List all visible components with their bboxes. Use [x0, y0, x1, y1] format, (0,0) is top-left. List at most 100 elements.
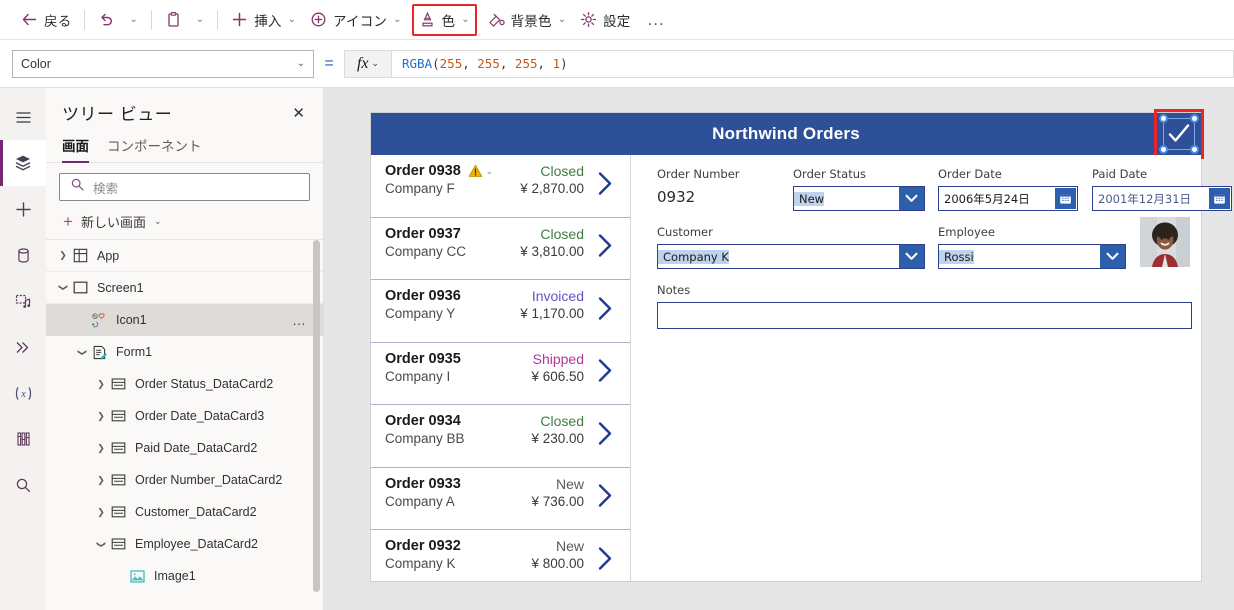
- chevron-down-icon[interactable]: [899, 245, 924, 268]
- tree-node-customer-datacard2[interactable]: ❯ Customer_DataCard2: [46, 496, 323, 528]
- chevron-right-icon[interactable]: [597, 420, 614, 451]
- resize-handle-br[interactable]: [1190, 145, 1199, 154]
- insert-button[interactable]: 挿入 ⌄: [224, 4, 303, 36]
- orders-gallery[interactable]: Order 0938 ⌄ Closed Company F ¥ 2,870.00 Orde…: [371, 155, 631, 581]
- gallery-row[interactable]: Order 0936 Invoiced Company Y ¥ 1,170.00: [371, 280, 630, 343]
- separator: [84, 9, 86, 30]
- new-screen-button[interactable]: + 新しい画面 ⌄: [46, 205, 323, 240]
- warning-triangle-icon[interactable]: ⌄: [468, 164, 494, 178]
- tree-node-order-number-datacard2[interactable]: ❯ Order Number_DataCard2: [46, 464, 323, 496]
- formula-input[interactable]: RGBA(255, 255, 255, 1): [392, 49, 1234, 78]
- back-button[interactable]: 戻る: [14, 4, 78, 36]
- chevron-right-icon[interactable]: [597, 233, 614, 264]
- paste-button[interactable]: [158, 4, 189, 36]
- tree-node-image1[interactable]: Image1: [46, 560, 323, 592]
- tree-node-list[interactable]: ❯ App ❯ Screen1 Icon1 … ❯ Form1 ❯ Order Status_Da…: [46, 240, 323, 592]
- media-icon[interactable]: [0, 278, 46, 324]
- gallery-row[interactable]: Order 0937 Closed Company CC ¥ 3,810.00: [371, 218, 630, 280]
- chevron-down-icon[interactable]: ❯: [96, 537, 107, 551]
- gallery-row[interactable]: Order 0933 New Company A ¥ 736.00: [371, 468, 630, 530]
- employee-dropdown[interactable]: Rossi: [938, 244, 1126, 269]
- datacard-icon: [108, 410, 128, 422]
- chevron-down-icon[interactable]: [899, 187, 924, 210]
- gallery-row[interactable]: Order 0935 Shipped Company I ¥ 606.50: [371, 343, 630, 405]
- chevron-right-icon[interactable]: ❯: [94, 379, 108, 390]
- advanced-tools-icon[interactable]: [0, 416, 46, 462]
- fx-button[interactable]: fx ⌄: [344, 49, 392, 78]
- chevron-right-icon[interactable]: ❯: [94, 507, 108, 518]
- data-source-icon[interactable]: [0, 232, 46, 278]
- chevron-right-icon[interactable]: [597, 170, 614, 201]
- notes-input[interactable]: [657, 302, 1192, 329]
- paste-dropdown[interactable]: ⌄: [189, 4, 211, 36]
- color-button-highlighted[interactable]: 色 ⌄: [411, 3, 477, 36]
- chevron-right-icon[interactable]: ❯: [94, 411, 108, 422]
- variables-icon[interactable]: x: [0, 370, 46, 416]
- tree-node-screen1[interactable]: ❯ Screen1: [46, 272, 323, 304]
- tree-node-icon1[interactable]: Icon1…: [46, 304, 323, 336]
- checkmark-icon[interactable]: [1168, 124, 1190, 149]
- paid-date-input[interactable]: 2001年12月31日: [1092, 186, 1232, 211]
- order-number-value: 0932: [657, 188, 696, 206]
- close-icon[interactable]: ✕: [288, 102, 309, 124]
- gallery-row[interactable]: Order 0932 New Company K ¥ 800.00: [371, 530, 630, 581]
- resize-handle-bl[interactable]: [1159, 145, 1168, 154]
- gallery-row[interactable]: Order 0934 Closed Company BB ¥ 230.00: [371, 405, 630, 468]
- chevron-down-icon[interactable]: [1100, 245, 1125, 268]
- tree-node-label: Customer_DataCard2: [135, 505, 257, 519]
- insert-plus-icon[interactable]: [0, 186, 46, 232]
- hamburger-menu-icon[interactable]: [0, 94, 46, 140]
- settings-button[interactable]: 設定: [573, 4, 637, 36]
- search-input[interactable]: 検索: [59, 173, 310, 201]
- calendar-icon[interactable]: [1209, 188, 1230, 209]
- customer-field-group: Customer Company K: [657, 225, 925, 269]
- order-status-dropdown[interactable]: New: [793, 186, 925, 211]
- formula-token: RGBA: [402, 56, 433, 71]
- selected-checkmark-control[interactable]: [1154, 109, 1204, 159]
- customer-dropdown[interactable]: Company K: [657, 244, 925, 269]
- tab-screens[interactable]: 画面: [62, 135, 89, 163]
- chevron-right-icon[interactable]: ❯: [94, 475, 108, 486]
- chevron-down-icon[interactable]: ⌄: [486, 166, 494, 177]
- background-color-button[interactable]: 背景色 ⌄: [480, 4, 574, 36]
- tab-components[interactable]: コンポーネント: [107, 135, 202, 162]
- resize-handle-tr[interactable]: [1190, 114, 1199, 123]
- chevron-down-icon[interactable]: ❯: [77, 345, 88, 359]
- order-date-input[interactable]: 2006年5月24日: [938, 186, 1078, 211]
- tree-node-paid-date-datacard2[interactable]: ❯ Paid Date_DataCard2: [46, 432, 323, 464]
- gallery-row[interactable]: Order 0938 ⌄ Closed Company F ¥ 2,870.00: [371, 155, 630, 218]
- chevron-right-icon[interactable]: [597, 545, 614, 576]
- search-icon[interactable]: [0, 462, 46, 508]
- chevron-right-icon[interactable]: ❯: [56, 250, 70, 261]
- power-automate-icon[interactable]: [0, 324, 46, 370]
- tree-view-layers-icon[interactable]: [0, 140, 46, 186]
- undo-button[interactable]: [91, 4, 122, 36]
- tree-node-form1[interactable]: ❯ Form1: [46, 336, 323, 368]
- employee-field-group: Employee Rossi: [938, 225, 1126, 269]
- property-select[interactable]: Color ⌄: [12, 49, 314, 78]
- image-icon: [127, 569, 147, 583]
- chevron-down-icon: ⌄: [195, 14, 205, 25]
- tree-node-employee-datacard2[interactable]: ❯ Employee_DataCard2: [46, 528, 323, 560]
- undo-dropdown[interactable]: ⌄: [122, 4, 144, 36]
- tree-node-order-status-datacard2[interactable]: ❯ Order Status_DataCard2: [46, 368, 323, 400]
- overflow-ellipsis-icon[interactable]: ...: [638, 4, 675, 36]
- formula-token: ,: [462, 56, 478, 71]
- calendar-icon[interactable]: [1055, 188, 1076, 209]
- tree-scrollbar[interactable]: [313, 240, 320, 592]
- tree-node-app[interactable]: ❯ App: [46, 240, 323, 272]
- gallery-row-line2: Company CC ¥ 3,810.00: [385, 244, 620, 259]
- chevron-right-icon[interactable]: [597, 295, 614, 326]
- node-overflow-menu-icon[interactable]: …: [292, 312, 307, 328]
- chevron-down-icon[interactable]: ❯: [58, 281, 69, 295]
- tree-node-order-date-datacard3[interactable]: ❯ Order Date_DataCard3: [46, 400, 323, 432]
- tree-node-label: Order Status_DataCard2: [135, 377, 274, 391]
- resize-handle-tl[interactable]: [1159, 114, 1168, 123]
- notes-label: Notes: [657, 283, 691, 297]
- chevron-right-icon[interactable]: [597, 358, 614, 389]
- icon-component-icon: [89, 312, 109, 328]
- icon-button[interactable]: アイコン ⌄: [303, 4, 409, 36]
- chevron-right-icon[interactable]: [597, 483, 614, 514]
- chevron-right-icon[interactable]: ❯: [94, 443, 108, 454]
- gallery-row-line1: Order 0934 Closed: [385, 413, 620, 429]
